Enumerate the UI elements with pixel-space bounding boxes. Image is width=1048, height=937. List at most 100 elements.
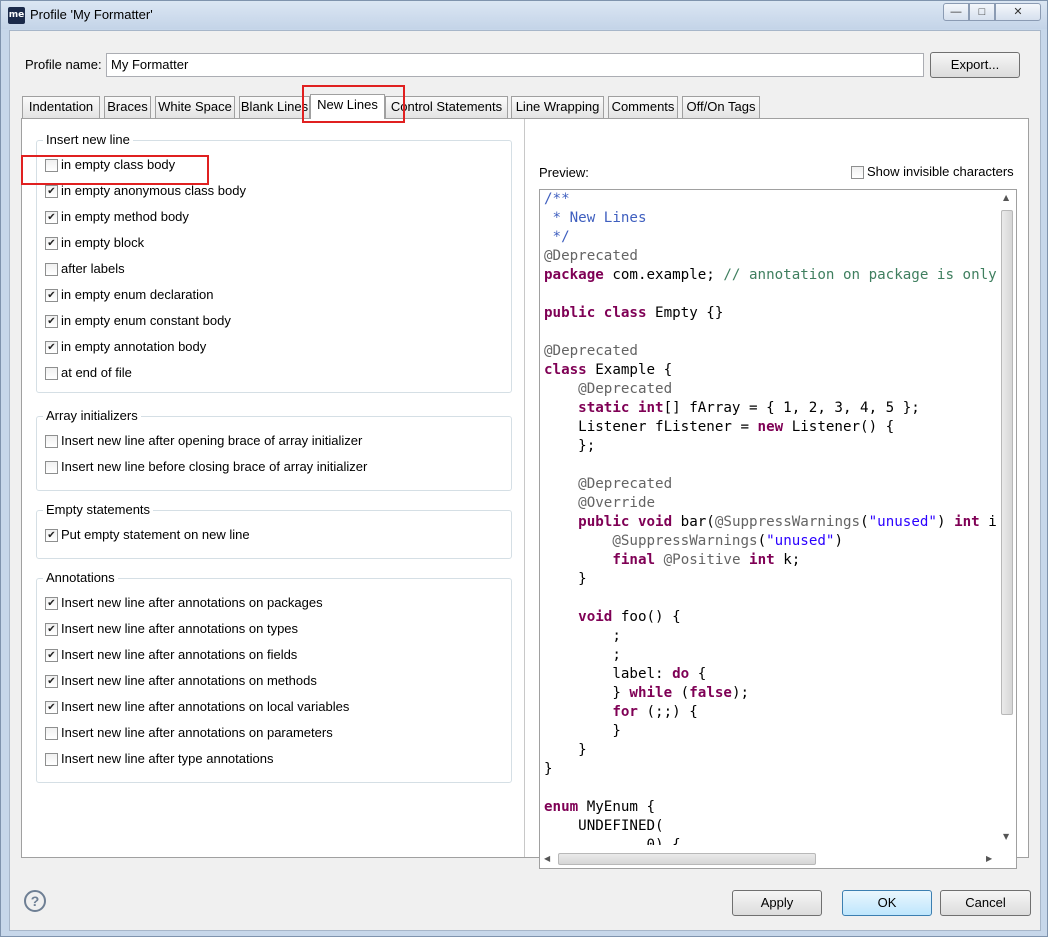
profile-name-label: Profile name: <box>25 57 102 72</box>
group-title: Empty statements <box>43 502 154 517</box>
tab-braces[interactable]: Braces <box>104 96 151 118</box>
code-token: k; <box>774 552 801 568</box>
checkbox[interactable]: ✔ <box>45 185 58 198</box>
tab-white-space[interactable]: White Space <box>155 96 235 118</box>
preview-vertical-scrollbar[interactable]: ▲ ▼ <box>999 190 1016 850</box>
code-line: @SuppressWarnings("unused") <box>544 532 999 551</box>
code-token: ) <box>834 533 843 549</box>
option-label: in empty annotation body <box>61 339 207 354</box>
tab-line-wrapping[interactable]: Line Wrapping <box>511 96 604 118</box>
code-line: static int[] fArray = { 1, 2, 3, 4, 5 }; <box>544 399 999 418</box>
title-bar[interactable]: me Profile 'My Formatter' — □ ✕ <box>1 1 1047 29</box>
option-label: in empty method body <box>61 209 189 224</box>
tab-blank-lines[interactable]: Blank Lines <box>239 96 310 118</box>
code-token: ( <box>672 685 690 701</box>
code-token: @Deprecated <box>578 381 673 397</box>
tab-indentation[interactable]: Indentation <box>22 96 100 118</box>
minimize-button[interactable]: — <box>943 3 969 21</box>
ok-button[interactable]: OK <box>842 890 932 916</box>
scrollbar-thumb[interactable] <box>558 853 816 865</box>
maximize-button[interactable]: □ <box>969 3 995 21</box>
scroll-down-arrow-icon[interactable]: ▼ <box>1003 832 1009 841</box>
checkbox[interactable] <box>45 367 58 380</box>
option-label: in empty enum declaration <box>61 287 214 302</box>
code-token: static <box>578 400 630 416</box>
code-token: } <box>544 761 553 777</box>
code-token: @SuppressWarnings <box>612 533 758 549</box>
code-token: Listener() { <box>783 419 895 435</box>
pane-divider <box>524 119 525 857</box>
scroll-right-arrow-icon[interactable]: ▶ <box>986 854 992 863</box>
scrollbar-thumb[interactable] <box>1001 210 1013 715</box>
profile-name-input[interactable]: My Formatter <box>106 53 924 77</box>
code-token: { <box>689 666 707 682</box>
checkbox[interactable] <box>45 753 58 766</box>
code-token: Empty {} <box>646 305 724 321</box>
code-token: } <box>544 571 587 587</box>
code-token: /** <box>544 191 570 207</box>
scroll-left-arrow-icon[interactable]: ◀ <box>544 854 550 863</box>
checkbox[interactable]: ✔ <box>45 315 58 328</box>
checkbox[interactable]: ✔ <box>45 701 58 714</box>
option-label: at end of file <box>61 365 132 380</box>
code-line: class Example { <box>544 361 999 380</box>
option-label: Show invisible characters <box>867 164 1014 179</box>
checkbox[interactable]: ✔ <box>45 237 58 250</box>
code-token: UNDEFINED( <box>544 818 664 834</box>
apply-button[interactable]: Apply <box>732 890 822 916</box>
code-line: * New Lines <box>544 209 999 228</box>
checkbox[interactable] <box>45 727 58 740</box>
code-token: i) { <box>988 514 999 530</box>
window-title: Profile 'My Formatter' <box>30 7 153 22</box>
code-token: void <box>578 609 613 625</box>
code-token: Listener fListener = <box>544 419 758 435</box>
code-token: MyEnum { <box>578 799 656 815</box>
new-lines-panel: Insert new line in empty class body ✔ in … <box>21 118 1029 869</box>
checkbox[interactable]: ✔ <box>45 623 58 636</box>
checkbox[interactable]: ✔ <box>45 289 58 302</box>
option-label: Insert new line after type annotations <box>61 751 274 766</box>
code-token: while <box>629 685 673 701</box>
code-token: int <box>954 514 980 530</box>
tab-comments[interactable]: Comments <box>608 96 678 118</box>
code-token: void <box>637 514 673 530</box>
option-label: Insert new line after annotations on par… <box>61 725 333 740</box>
cancel-button[interactable]: Cancel <box>940 890 1031 916</box>
checkbox[interactable]: ✔ <box>45 341 58 354</box>
checkbox[interactable]: ✔ <box>45 597 58 610</box>
options-pane: Insert new line in empty class body ✔ in … <box>22 119 524 857</box>
scroll-up-arrow-icon[interactable]: ▲ <box>1003 193 1009 202</box>
tab-off-on-tags[interactable]: Off/On Tags <box>682 96 760 118</box>
code-line: void foo() { <box>544 608 999 627</box>
checkbox[interactable]: ✔ <box>45 675 58 688</box>
code-token: 0) { <box>544 837 681 845</box>
preview-code: /** * New Lines */ @Deprecated package com… <box>544 190 999 845</box>
export-button[interactable]: Export... <box>930 52 1020 78</box>
checkbox[interactable]: ✔ <box>45 211 58 224</box>
code-token: public <box>544 305 596 321</box>
checkbox[interactable] <box>45 263 58 276</box>
code-token: com.example; <box>603 267 724 283</box>
preview-horizontal-scrollbar[interactable]: ◀ ▶ <box>540 851 1001 868</box>
code-token: */ <box>544 229 570 245</box>
code-line: ; <box>544 627 999 646</box>
code-token: "unused" <box>766 533 835 549</box>
checkbox[interactable] <box>851 166 864 179</box>
code-token: ); <box>731 685 750 701</box>
checkbox[interactable] <box>45 461 58 474</box>
code-token: class <box>603 305 647 321</box>
code-token: * New Lines <box>544 210 647 226</box>
code-preview[interactable]: /** * New Lines */ @Deprecated package com… <box>539 189 1017 869</box>
checkbox[interactable]: ✔ <box>45 649 58 662</box>
code-token: (;;) { <box>637 704 698 720</box>
code-token: final <box>612 552 656 568</box>
checkbox[interactable]: ✔ <box>45 529 58 542</box>
option-label: Insert new line after annotations on fie… <box>61 647 298 662</box>
help-icon[interactable]: ? <box>24 890 46 912</box>
checkbox[interactable] <box>45 435 58 448</box>
close-button[interactable]: ✕ <box>995 3 1041 21</box>
code-token: @Deprecated <box>578 476 673 492</box>
